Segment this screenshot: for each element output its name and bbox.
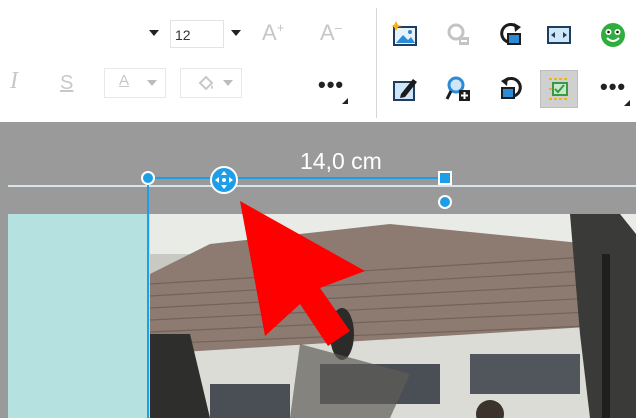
insert-picture-button[interactable] xyxy=(386,16,424,54)
plus-icon: + xyxy=(276,20,285,35)
more-icon: ••• xyxy=(318,72,345,97)
rotate-left-icon xyxy=(501,76,522,99)
ruler-line xyxy=(8,185,636,187)
expand-corner-icon xyxy=(342,98,348,104)
alignment-icon xyxy=(549,78,569,100)
insert-picture-icon xyxy=(391,21,417,46)
selected-picture[interactable] xyxy=(150,214,636,418)
font-color-button[interactable]: A xyxy=(104,68,166,98)
alignment-button[interactable] xyxy=(540,70,578,108)
add-picture-button[interactable] xyxy=(440,70,478,108)
smiley-icon xyxy=(601,23,625,47)
resize-handle-top-middle[interactable] xyxy=(438,171,452,185)
ribbon-toolbar: 12 A+ A– I S A ••• ••• xyxy=(0,0,636,123)
add-picture-icon xyxy=(445,76,470,101)
strikethrough-button[interactable]: S xyxy=(60,72,73,95)
move-arrows-icon xyxy=(215,171,233,189)
font-size-field[interactable]: 12 xyxy=(170,20,224,48)
shrink-font-button[interactable]: A– xyxy=(320,20,342,46)
selection-top-edge xyxy=(147,177,447,179)
edit-picture-icon xyxy=(393,79,417,101)
highlight-arrow-icon xyxy=(223,80,233,86)
pointer-arrow-icon xyxy=(240,201,365,346)
rotate-left-button[interactable] xyxy=(492,70,530,108)
strikethrough-label: S xyxy=(60,72,74,94)
font-color-arrow-icon xyxy=(147,80,157,86)
minus-icon: – xyxy=(334,20,342,35)
canvas-margin xyxy=(0,214,8,418)
rotate-right-button[interactable] xyxy=(492,16,530,54)
more-format-button[interactable]: ••• xyxy=(312,68,350,106)
fit-picture-icon xyxy=(547,26,571,44)
rotate-handle[interactable] xyxy=(438,195,452,209)
remove-picture-icon xyxy=(447,23,469,45)
selection-left-edge xyxy=(147,178,149,418)
grow-font-label: A xyxy=(262,20,277,45)
font-size-dropdown-arrow[interactable] xyxy=(228,22,244,44)
fit-picture-button[interactable] xyxy=(540,16,578,54)
photo-content xyxy=(150,214,636,418)
move-handle[interactable] xyxy=(210,166,238,194)
more-picture-options-button[interactable]: ••• xyxy=(594,70,632,108)
grow-font-button[interactable]: A+ xyxy=(262,20,284,46)
italic-label: I xyxy=(10,68,18,94)
slide-background xyxy=(8,214,150,418)
rotate-right-icon xyxy=(500,22,521,45)
ribbon-separator xyxy=(376,8,377,118)
more-icon: ••• xyxy=(600,74,627,99)
remove-picture-button[interactable] xyxy=(440,16,478,54)
font-color-letter: A xyxy=(119,72,130,89)
emoji-button[interactable] xyxy=(594,16,632,54)
fill-bucket-icon xyxy=(198,75,214,91)
font-name-dropdown-arrow[interactable] xyxy=(146,22,162,44)
shrink-font-label: A xyxy=(320,20,335,45)
font-size-value: 12 xyxy=(175,27,191,43)
italic-button[interactable]: I xyxy=(10,68,18,95)
resize-handle-top-left[interactable] xyxy=(141,171,155,185)
width-measurement: 14,0 cm xyxy=(300,148,382,174)
expand-corner-icon xyxy=(624,100,630,106)
highlight-color-button[interactable] xyxy=(180,68,242,98)
edit-picture-button[interactable] xyxy=(386,70,424,108)
